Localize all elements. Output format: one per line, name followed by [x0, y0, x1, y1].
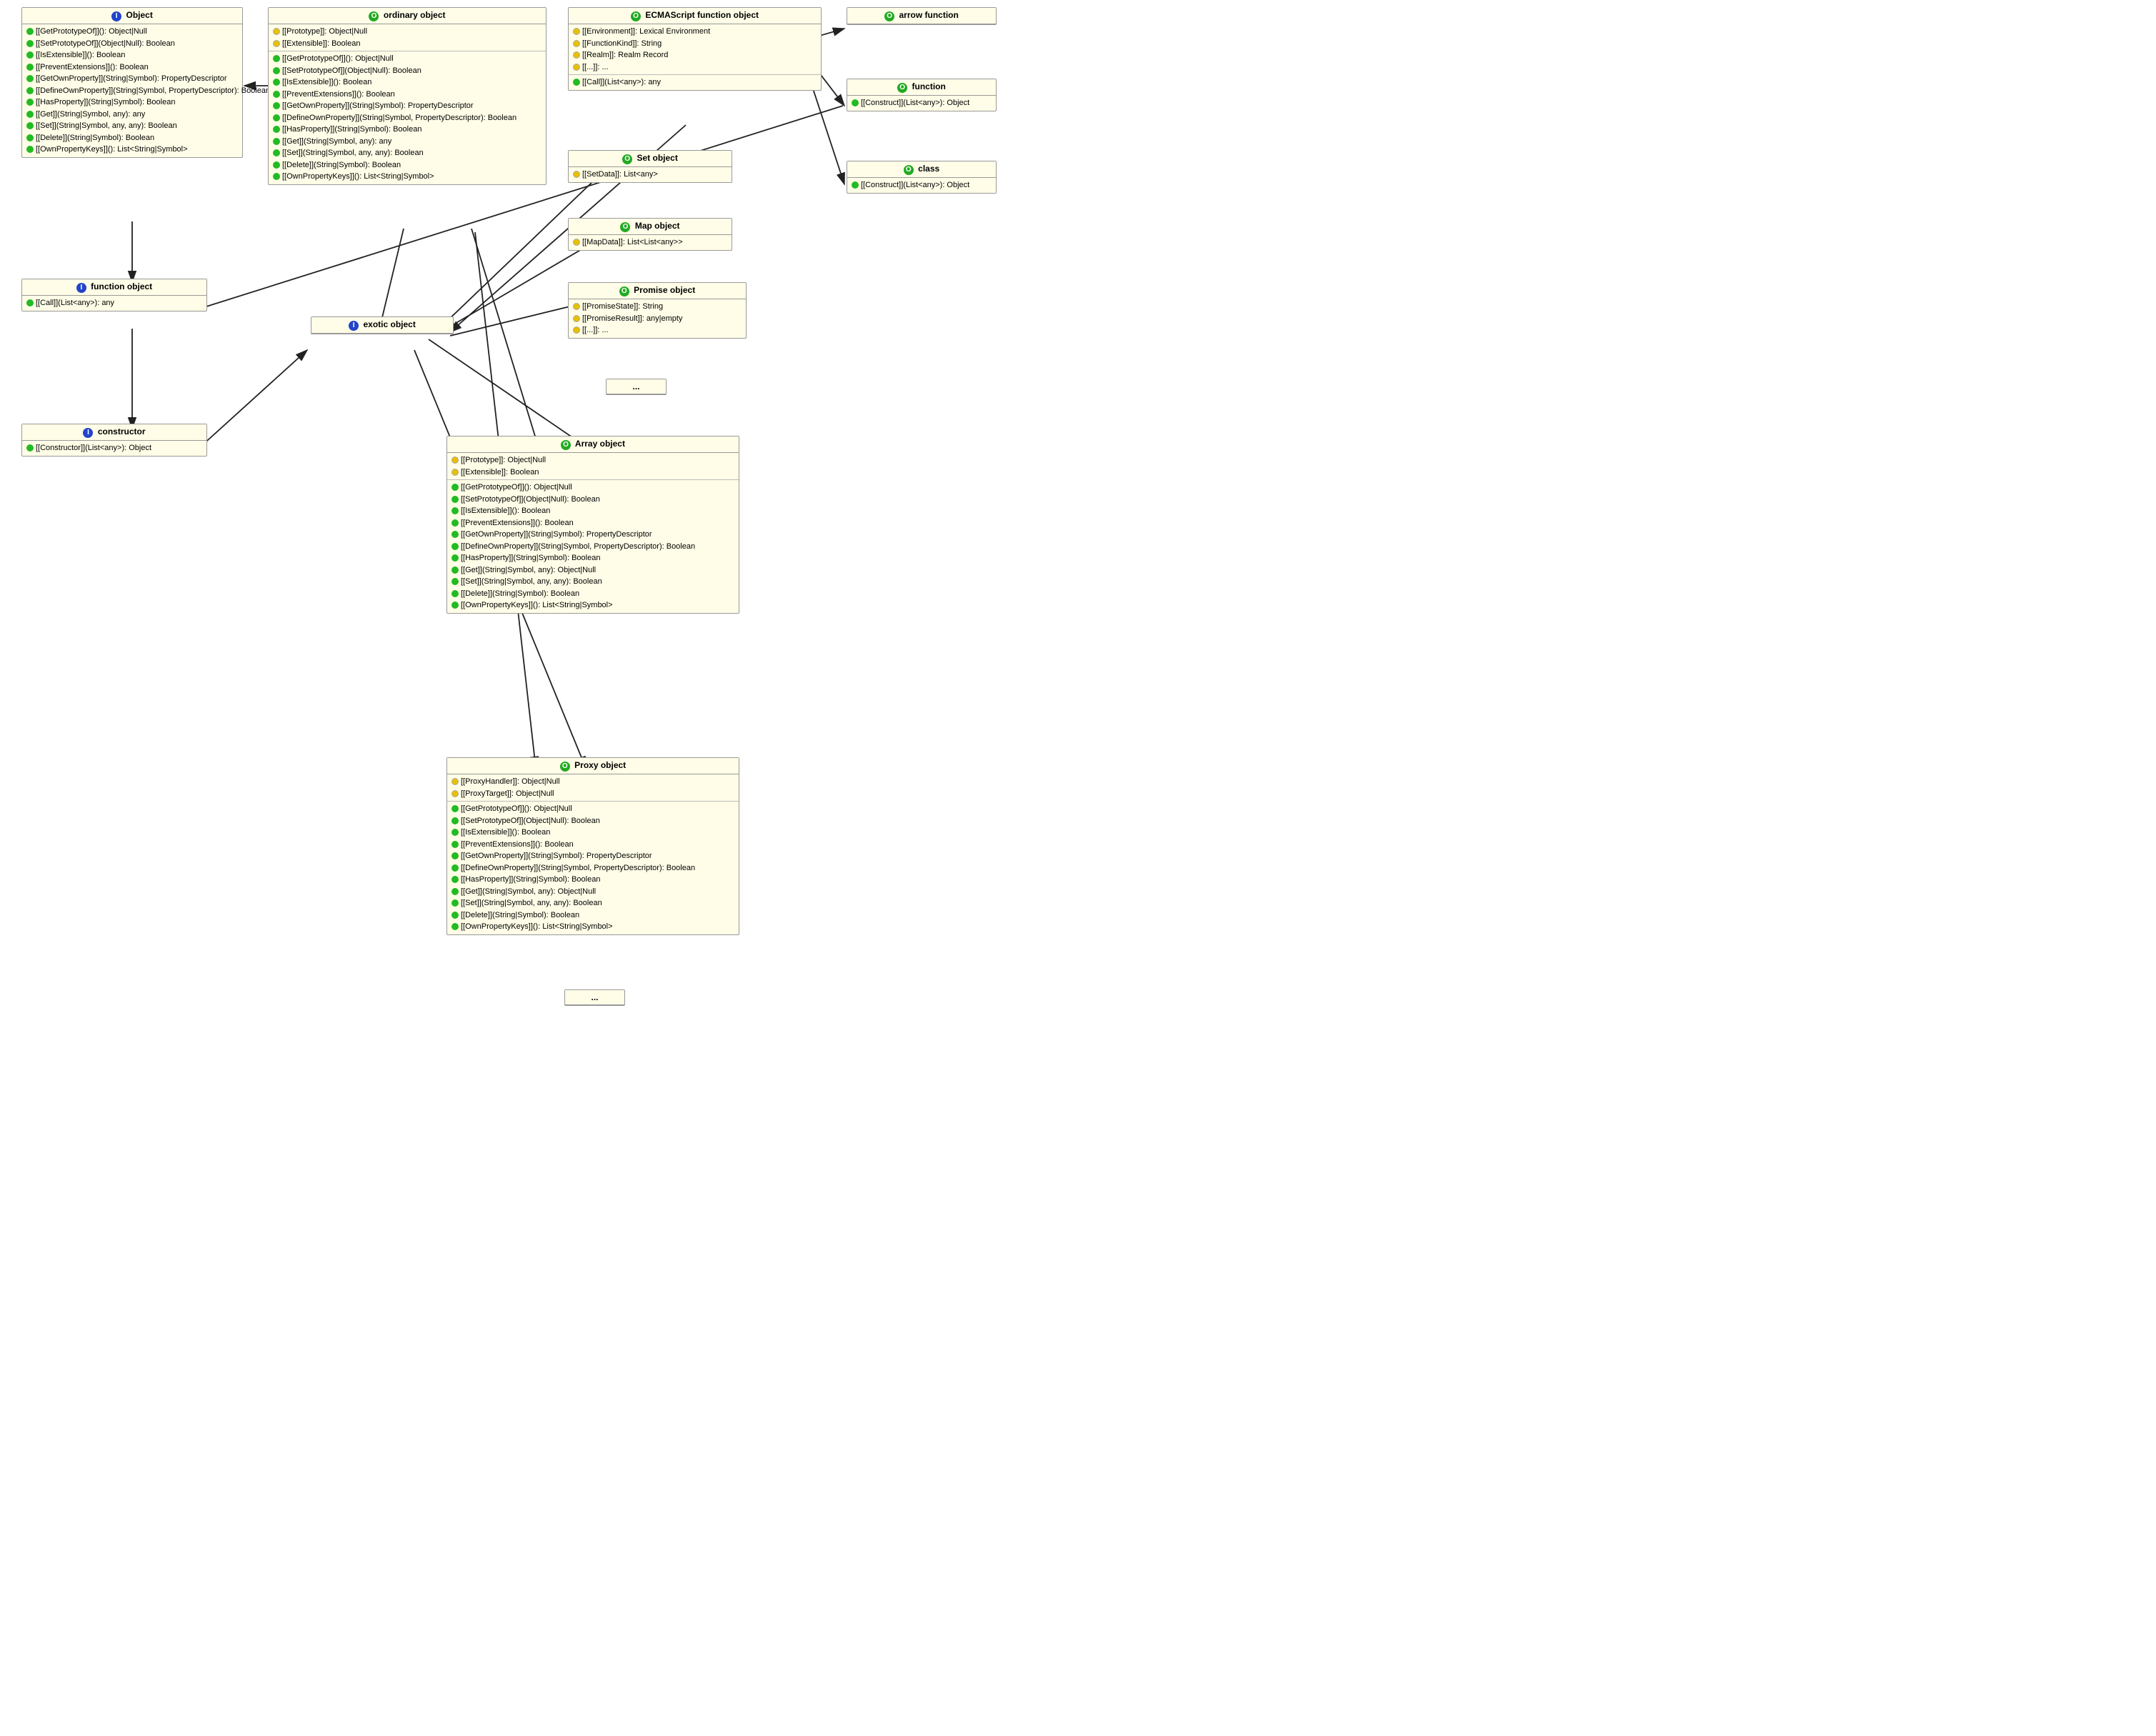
function-icon: O — [897, 83, 907, 93]
ordinary-object-icon: O — [369, 11, 379, 21]
proxy-object-methods: [[GetPrototypeOf]](): Object|Null [[SetP… — [447, 802, 739, 934]
object-row-5: [[GetOwnProperty]](String|Symbol): Prope… — [26, 73, 238, 85]
array-object-box: O Array object [[Prototype]]: Object|Nul… — [446, 436, 739, 614]
ordinary-object-props: [[Prototype]]: Object|Null [[Extensible]… — [269, 24, 546, 51]
map-object-box: O Map object [[MapData]]: List<List<any>… — [568, 218, 732, 251]
more1-title: ... — [607, 379, 666, 394]
exotic-object-icon: I — [349, 321, 359, 331]
object-row-2: [[SetPrototypeOf]](Object|Null): Boolean — [26, 38, 238, 50]
object-row-10: [[Delete]](String|Symbol): Boolean — [26, 132, 238, 144]
arrows-svg — [0, 0, 2156, 1736]
ordinary-object-methods: [[GetPrototypeOf]](): Object|Null [[SetP… — [269, 51, 546, 184]
exotic-object-title: exotic object — [363, 319, 415, 329]
ordinary-object-header: O ordinary object — [269, 8, 546, 24]
more2-box: ... — [564, 989, 625, 1006]
ordinary-object-title: ordinary object — [384, 10, 446, 20]
class-methods: [[Construct]](List<any>): Object — [847, 178, 996, 193]
class-title: class — [918, 164, 939, 174]
ecma-function-box: O ECMAScript function object [[Environme… — [568, 7, 822, 91]
object-row-8: [[Get]](String|Symbol, any): any — [26, 109, 238, 121]
exotic-object-box: I exotic object — [311, 316, 454, 334]
function-box: O function [[Construct]](List<any>): Obj… — [847, 79, 997, 111]
object-row-7: [[HasProperty]](String|Symbol): Boolean — [26, 96, 238, 109]
arrow-function-icon: O — [884, 11, 894, 21]
object-box: I Object [[GetPrototypeOf]](): Object|Nu… — [21, 7, 243, 158]
constructor-header: I constructor — [22, 424, 206, 441]
array-object-icon: O — [561, 440, 571, 450]
ecma-function-icon: O — [631, 11, 641, 21]
set-object-icon: O — [622, 154, 632, 164]
set-object-props: [[SetData]]: List<any> — [569, 167, 732, 182]
exotic-object-header: I exotic object — [311, 317, 453, 334]
object-row-9: [[Set]](String|Symbol, any, any): Boolea… — [26, 120, 238, 132]
class-box: O class [[Construct]](List<any>): Object — [847, 161, 997, 194]
function-title: function — [912, 81, 946, 91]
promise-object-title: Promise object — [634, 285, 695, 295]
proxy-object-title: Proxy object — [574, 760, 626, 770]
ecma-function-props: [[Environment]]: Lexical Environment [[F… — [569, 24, 821, 75]
map-object-icon: O — [620, 222, 630, 232]
set-object-title: Set object — [637, 153, 677, 163]
object-row-4: [[PreventExtensions]](): Boolean — [26, 61, 238, 74]
function-header: O function — [847, 79, 996, 96]
function-object-title: function object — [91, 281, 152, 291]
arrow-function-box: O arrow function — [847, 7, 997, 25]
object-header: I Object — [22, 8, 242, 24]
promise-object-box: O Promise object [[PromiseState]]: Strin… — [568, 282, 747, 339]
object-methods: [[GetPrototypeOf]](): Object|Null [[SetP… — [22, 24, 242, 157]
function-object-box: I function object [[Call]](List<any>): a… — [21, 279, 207, 311]
constructor-icon: I — [83, 428, 93, 438]
set-object-box: O Set object [[SetData]]: List<any> — [568, 150, 732, 183]
proxy-object-header: O Proxy object — [447, 758, 739, 774]
promise-object-props: [[PromiseState]]: String [[PromiseResult… — [569, 299, 746, 338]
array-object-methods: [[GetPrototypeOf]](): Object|Null [[SetP… — [447, 480, 739, 613]
map-object-header: O Map object — [569, 219, 732, 235]
more2-title: ... — [565, 990, 624, 1005]
promise-object-icon: O — [619, 286, 629, 296]
object-row-3: [[IsExtensible]](): Boolean — [26, 49, 238, 61]
proxy-object-icon: O — [560, 762, 570, 772]
object-title: Object — [126, 10, 153, 20]
constructor-title: constructor — [98, 426, 146, 437]
function-object-methods: [[Call]](List<any>): any — [22, 296, 206, 311]
ecma-function-title: ECMAScript function object — [645, 10, 759, 20]
function-object-icon: I — [76, 283, 86, 293]
map-object-props: [[MapData]]: List<List<any>> — [569, 235, 732, 250]
arrow-function-header: O arrow function — [847, 8, 996, 24]
object-icon: I — [111, 11, 121, 21]
array-object-title: Array object — [575, 439, 625, 449]
diagram-container: I Object [[GetPrototypeOf]](): Object|Nu… — [0, 0, 2156, 1736]
map-object-title: Map object — [635, 221, 680, 231]
array-object-header: O Array object — [447, 437, 739, 453]
ordinary-object-box: O ordinary object [[Prototype]]: Object|… — [268, 7, 547, 185]
class-icon: O — [904, 165, 914, 175]
function-object-header: I function object — [22, 279, 206, 296]
object-row-1: [[GetPrototypeOf]](): Object|Null — [26, 26, 238, 38]
class-header: O class — [847, 161, 996, 178]
ecma-function-header: O ECMAScript function object — [569, 8, 821, 24]
constructor-box: I constructor [[Constructor]](List<any>)… — [21, 424, 207, 457]
arrow-function-title: arrow function — [899, 10, 959, 20]
constructor-methods: [[Constructor]](List<any>): Object — [22, 441, 206, 456]
promise-object-header: O Promise object — [569, 283, 746, 299]
function-methods: [[Construct]](List<any>): Object — [847, 96, 996, 111]
ecma-function-methods: [[Call]](List<any>): any — [569, 75, 821, 90]
proxy-object-props: [[ProxyHandler]]: Object|Null [[ProxyTar… — [447, 774, 739, 802]
more1-box: ... — [606, 379, 667, 395]
object-row-11: [[OwnPropertyKeys]](): List<String|Symbo… — [26, 144, 238, 156]
proxy-object-box: O Proxy object [[ProxyHandler]]: Object|… — [446, 757, 739, 935]
set-object-header: O Set object — [569, 151, 732, 167]
array-object-props: [[Prototype]]: Object|Null [[Extensible]… — [447, 453, 739, 480]
object-row-6: [[DefineOwnProperty]](String|Symbol, Pro… — [26, 85, 238, 97]
